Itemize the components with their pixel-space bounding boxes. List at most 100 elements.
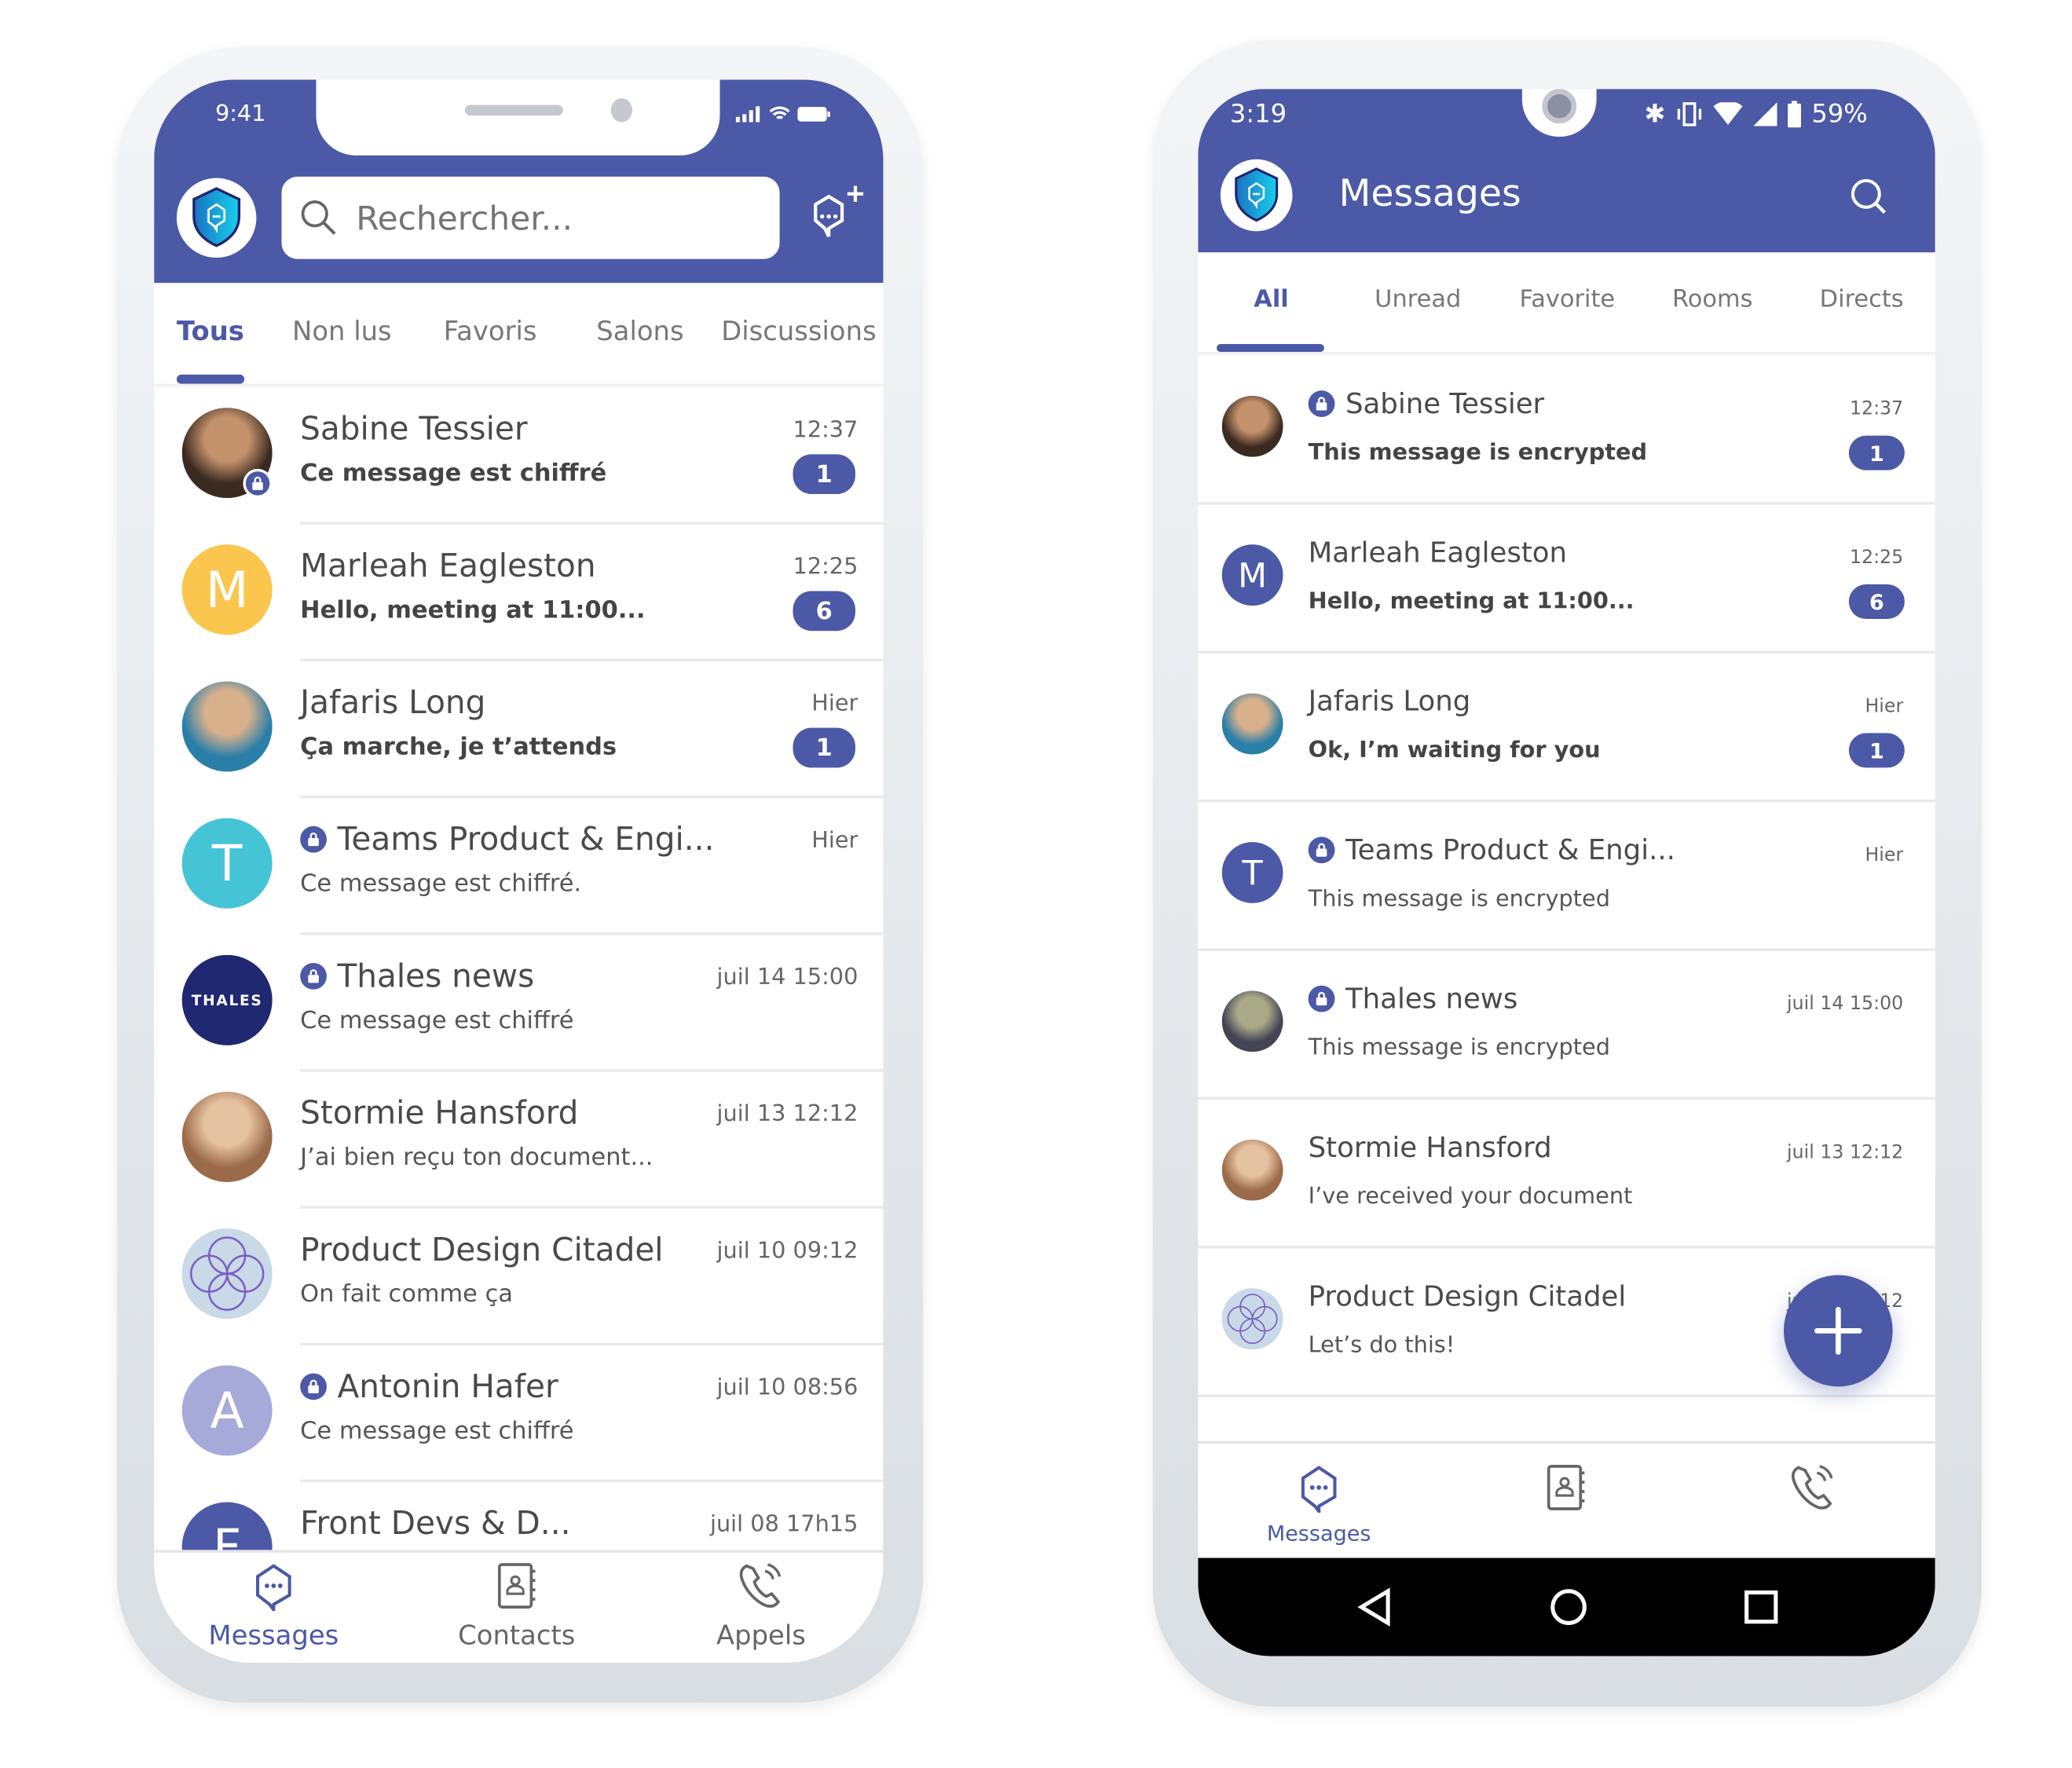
- home-icon[interactable]: [1548, 1587, 1588, 1627]
- avatar: THALES: [181, 954, 273, 1045]
- conversation-name-wrap: Front Devs & D...: [300, 1505, 570, 1542]
- nav-item-chat[interactable]: Messages: [1239, 1462, 1399, 1546]
- nav-item-phone[interactable]: Appels: [681, 1561, 840, 1651]
- conversation-row[interactable]: Jafaris Long Ça marche, je t’attends Hier 1: [154, 661, 884, 799]
- tab-discussions[interactable]: Discussions: [721, 315, 876, 347]
- lock-icon: [1308, 985, 1335, 1012]
- conversation-row[interactable]: THALES Thales news Ce message est chiffré j…: [154, 935, 884, 1072]
- conversation-name: Marleah Eagleston: [300, 547, 596, 585]
- conversation-name: Product Design Citadel: [1308, 1280, 1627, 1312]
- back-icon[interactable]: [1356, 1587, 1393, 1627]
- conversation-row[interactable]: Stormie Hansford I’ve received your docum…: [1198, 1100, 1935, 1249]
- conversation-preview: Hello, meeting at 11:00...: [1308, 588, 1635, 615]
- avatar: T: [1221, 842, 1283, 903]
- tab-all[interactable]: All: [1254, 286, 1288, 314]
- conversation-name-wrap: Thales news: [1308, 983, 1518, 1015]
- conversation-row[interactable]: Sabine Tessier Ce message est chiffré 12:3…: [154, 388, 884, 525]
- avatar: [1221, 693, 1283, 755]
- avatar-photo: [181, 1092, 273, 1182]
- conversation-row[interactable]: Sabine Tessier This message is encrypted 1…: [1198, 356, 1935, 505]
- conversation-time: juil 14 15:00: [1787, 993, 1904, 1015]
- header-title: Messages: [1338, 171, 1521, 215]
- system-nav-bar: [1198, 1558, 1935, 1656]
- conversation-row[interactable]: Stormie Hansford J’ai bien reçu ton docum…: [154, 1072, 884, 1209]
- battery-icon: [797, 107, 830, 122]
- conversation-time: 12:37: [1849, 398, 1904, 420]
- avatar: [1221, 1139, 1283, 1201]
- tab-directs[interactable]: Directs: [1820, 286, 1904, 314]
- camera: [610, 98, 632, 123]
- conversation-row[interactable]: T Teams Product & Engi... Ce message est c…: [154, 798, 884, 935]
- avatar-photo: [1221, 395, 1283, 457]
- unread-badge: 6: [1848, 584, 1905, 620]
- avatar-photo: [1221, 693, 1283, 755]
- ios-screen: 9:41 Tous Non lus Favoris Salons Discussions…: [154, 79, 884, 1664]
- avatar-photo: [1221, 990, 1283, 1052]
- new-chat-icon: [814, 185, 864, 237]
- conversation-name: Product Design Citadel: [300, 1231, 664, 1268]
- nav-item-contacts[interactable]: [1486, 1462, 1646, 1518]
- conversation-preview: Ce message est chiffré: [300, 1417, 574, 1445]
- new-message-fab[interactable]: [1784, 1275, 1893, 1387]
- conversation-row[interactable]: Thales news This message is encrypted juil…: [1198, 951, 1935, 1100]
- conversation-time: 12:25: [1849, 547, 1904, 569]
- conversation-name: Front Devs & D...: [300, 1504, 571, 1543]
- conversation-name: Jafaris Long: [1308, 685, 1471, 718]
- app-logo[interactable]: [1219, 158, 1294, 232]
- search-bar[interactable]: [281, 176, 780, 259]
- search-input[interactable]: [356, 198, 755, 237]
- conversation-preview: Ce message est chiffré.: [300, 869, 582, 899]
- conversation-name: Sabine Tessier: [300, 410, 528, 448]
- tab-salons[interactable]: Salons: [596, 315, 683, 347]
- recents-icon[interactable]: [1743, 1590, 1777, 1624]
- avatar: [1221, 395, 1283, 457]
- phone-icon: [1788, 1462, 1838, 1518]
- conversation-name-wrap: Marleah Eagleston: [300, 547, 595, 584]
- nav-item-chat[interactable]: Messages: [194, 1561, 353, 1651]
- conversation-row[interactable]: Jafaris Long Ok, I’m waiting for you Hier 1: [1198, 653, 1935, 803]
- avatar: T: [181, 818, 273, 909]
- conversation-name-wrap: Product Design Citadel: [300, 1232, 663, 1268]
- unread-badge: 1: [793, 727, 856, 768]
- app-logo[interactable]: [175, 177, 258, 259]
- status-time: 3:19: [1229, 99, 1287, 130]
- tab-favoris[interactable]: Favoris: [444, 315, 537, 347]
- tab-favorite[interactable]: Favorite: [1520, 286, 1616, 314]
- nav-item-contacts[interactable]: Contacts: [437, 1561, 596, 1651]
- conversation-row[interactable]: M Marleah Eagleston Hello, meeting at 11:0…: [154, 525, 884, 662]
- avatar: M: [181, 544, 273, 635]
- lock-icon: [300, 825, 327, 853]
- nav-item-phone[interactable]: [1733, 1462, 1893, 1518]
- avatar: [181, 1092, 273, 1182]
- conversation-time: juil 14 15:00: [716, 964, 858, 991]
- conversation-row[interactable]: A Antonin Hafer Ce message est chiffré juil…: [154, 1345, 884, 1483]
- conversation-row[interactable]: T Teams Product & Engi... This message is …: [1198, 802, 1935, 951]
- new-chat-button[interactable]: [805, 181, 869, 244]
- contacts-icon: [1543, 1462, 1588, 1518]
- battery-icon: [1787, 101, 1801, 128]
- avatar-initial: T: [1242, 853, 1263, 892]
- avatar: [1221, 990, 1283, 1052]
- conversation-time: juil 13 12:12: [1787, 1142, 1904, 1164]
- shield-logo-icon: [176, 178, 257, 258]
- tab-underline: [1216, 343, 1324, 353]
- unread-badge: 6: [793, 591, 856, 631]
- conversation-name-wrap: Stormie Hansford: [1309, 1132, 1552, 1164]
- tab-rooms[interactable]: Rooms: [1672, 286, 1753, 314]
- avatar-initial: T: [211, 833, 243, 893]
- bottom-nav: Messages Contacts Appels: [154, 1550, 884, 1664]
- conversation-row[interactable]: Product Design Citadel On fait comme ça ju…: [154, 1209, 884, 1345]
- nav-label: Messages: [208, 1619, 339, 1651]
- conversation-row[interactable]: M Marleah Eagleston Hello, meeting at 11:0…: [1198, 505, 1935, 653]
- search-button[interactable]: [1849, 177, 1889, 221]
- tab-tous[interactable]: Tous: [177, 315, 244, 347]
- conversation-name: Thales news: [1345, 983, 1518, 1015]
- conversation-name: Teams Product & Engi...: [1345, 833, 1675, 866]
- conversation-name: Stormie Hansford: [300, 1094, 579, 1132]
- conversation-name: Stormie Hansford: [1308, 1131, 1552, 1164]
- tab-unread[interactable]: Unread: [1375, 286, 1461, 314]
- conversation-time: juil 08 17h15: [709, 1511, 858, 1539]
- conversation-time: Hier: [1865, 844, 1904, 866]
- avatar: [181, 1228, 273, 1320]
- tab-non-lus[interactable]: Non lus: [292, 315, 392, 347]
